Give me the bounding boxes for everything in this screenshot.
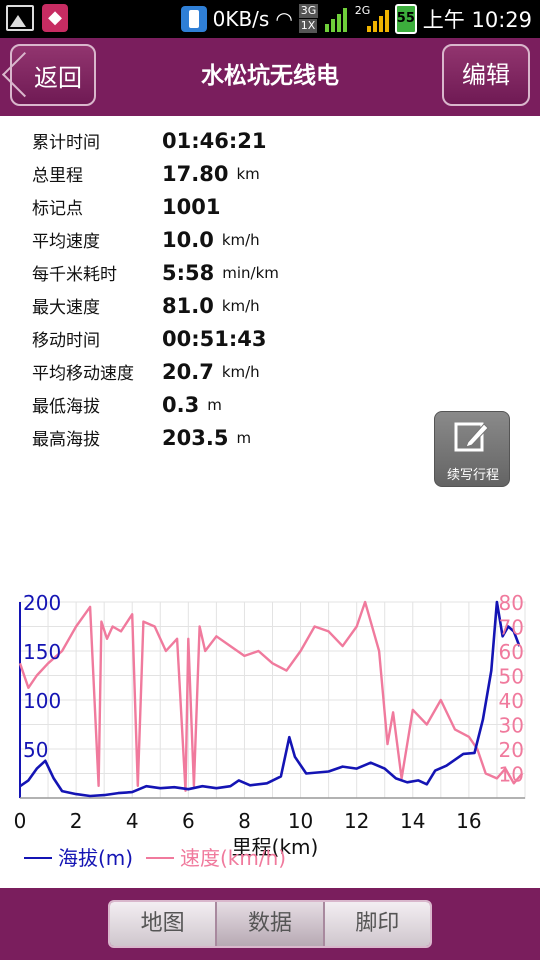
- x-tick-label: 4: [126, 809, 139, 833]
- stats-list: 累计时间 01:46:21 总里程 17.80 km 标记点 1001 平均速度 10.0 km/…: [32, 124, 452, 454]
- stat-label: 平均速度: [32, 232, 100, 252]
- stat-row: 最高海拔 203.5 m: [32, 421, 452, 454]
- stat-label: 总里程: [32, 166, 83, 186]
- stat-row: 最低海拔 0.3 m: [32, 388, 452, 421]
- right-tick-label: 20: [499, 738, 524, 762]
- stat-value: 81.0: [162, 293, 214, 318]
- x-tick-label: 6: [182, 809, 195, 833]
- left-tick-label: 150: [23, 640, 61, 664]
- stat-row: 累计时间 01:46:21: [32, 124, 452, 157]
- x-tick-label: 0: [14, 809, 27, 833]
- stat-row: 每千米耗时 5:58 min/km: [32, 256, 452, 289]
- resume-trip-label: 续写行程: [446, 468, 499, 483]
- legend-label-elevation: 海拔(m): [58, 846, 133, 870]
- x-tick-label: 16: [456, 809, 481, 833]
- right-tick-label: 50: [499, 665, 524, 689]
- stat-label: 累计时间: [32, 133, 100, 153]
- right-tick-label: 60: [499, 640, 524, 664]
- signal-bars: [324, 8, 347, 32]
- right-tick-label: 10: [499, 763, 524, 787]
- stat-label: 最低海拔: [32, 397, 100, 417]
- title-bar: 返回 水松坑无线电 编辑: [0, 38, 540, 116]
- data-rate: 0KB/s: [212, 7, 270, 31]
- stat-unit: km/h: [221, 230, 260, 249]
- right-tick-label: 70: [499, 616, 524, 640]
- right-tick-label: 40: [499, 689, 524, 713]
- x-tick-label: 10: [288, 809, 313, 833]
- tab-footprint[interactable]: 脚印: [324, 902, 430, 946]
- x-tick-label: 2: [70, 809, 83, 833]
- left-tick-label: 100: [23, 689, 61, 713]
- legend-label-speed: 速度(km/h): [180, 846, 286, 870]
- stat-value: 00:51:43: [162, 326, 267, 351]
- wifi-icon: ◠: [275, 7, 293, 31]
- stat-row: 标记点 1001: [32, 190, 452, 223]
- back-button[interactable]: 返回: [10, 44, 96, 106]
- stat-value: 1001: [162, 194, 221, 219]
- chart-svg: 5010015020010203040506070800 2 4 6 8 10 12 14 16…: [14, 591, 526, 870]
- tab-group: 地图 数据 脚印: [108, 900, 432, 948]
- x-tick-label: 12: [344, 809, 369, 833]
- tab-map[interactable]: 地图: [110, 902, 218, 946]
- net-label-3g: 3G: [298, 4, 319, 18]
- stat-row: 最大速度 81.0 km/h: [32, 289, 452, 322]
- stat-label: 标记点: [32, 199, 83, 219]
- footprint-app-icon: ◆: [42, 4, 68, 32]
- stat-value: 20.7: [162, 359, 214, 384]
- stat-row: 平均移动速度 20.7 km/h: [32, 355, 452, 388]
- signal-bars-2g: [366, 10, 389, 32]
- stat-value: 0.3: [162, 392, 200, 417]
- left-tick-label: 50: [23, 738, 48, 762]
- status-left: ◆: [6, 4, 68, 32]
- status-bar: ◆ 0KB/s ◠ 3G 1X 2G 55 上午 10:29: [0, 0, 540, 38]
- page-title: 水松坑无线电: [201, 63, 339, 89]
- stat-row: 平均速度 10.0 km/h: [32, 223, 452, 256]
- signal-3g-icon: 3G 1X: [298, 4, 347, 34]
- stat-value: 10.0: [162, 227, 214, 252]
- stat-unit: m: [236, 428, 252, 447]
- signal-2g-icon: 2G: [353, 4, 389, 34]
- stat-unit: m: [207, 395, 222, 414]
- edit-note-icon: [454, 422, 489, 452]
- edit-button[interactable]: 编辑: [442, 44, 530, 106]
- stat-value: 17.80: [162, 161, 229, 186]
- phone-vibrate-icon: [180, 6, 207, 32]
- net-label-1x: 1X: [298, 19, 318, 33]
- app-root: ◆ 0KB/s ◠ 3G 1X 2G 55 上午 10:29 返回 水松坑无线电…: [0, 0, 540, 960]
- bottom-bar: 地图 数据 脚印: [0, 888, 540, 960]
- stat-label: 最高海拔: [32, 430, 100, 450]
- stat-label: 每千米耗时: [32, 265, 117, 285]
- distance-chart: 50 100 150 200 10 20 30 40 50 60 70 80 0 2 4 6 8 10 12 14 16…: [0, 580, 540, 880]
- stat-unit: km/h: [221, 362, 260, 381]
- stat-unit: min/km: [222, 263, 279, 282]
- stat-label: 最大速度: [32, 298, 100, 318]
- stat-unit: km/h: [221, 296, 260, 315]
- tab-data[interactable]: 数据: [217, 902, 325, 946]
- stat-label: 移动时间: [32, 331, 100, 351]
- stat-value: 203.5: [162, 425, 229, 450]
- stat-value: 01:46:21: [162, 128, 267, 153]
- right-tick-label: 80: [499, 591, 524, 615]
- stat-row: 总里程 17.80 km: [32, 157, 452, 190]
- x-tick-label: 8: [238, 809, 251, 833]
- stat-label: 平均移动速度: [32, 364, 134, 384]
- battery-icon: 55: [394, 4, 417, 34]
- image-notification-icon: [6, 5, 34, 31]
- stat-value: 5:58: [162, 260, 215, 285]
- resume-trip-button[interactable]: 续写行程: [434, 411, 510, 487]
- stat-unit: km: [236, 164, 260, 183]
- clock: 上午 10:29: [422, 8, 532, 32]
- right-tick-label: 30: [499, 714, 524, 738]
- left-tick-label: 200: [23, 591, 61, 615]
- stat-row: 移动时间 00:51:43: [32, 322, 452, 355]
- x-tick-label: 14: [400, 809, 425, 833]
- status-right: 0KB/s ◠ 3G 1X 2G 55 上午 10:29: [180, 0, 532, 38]
